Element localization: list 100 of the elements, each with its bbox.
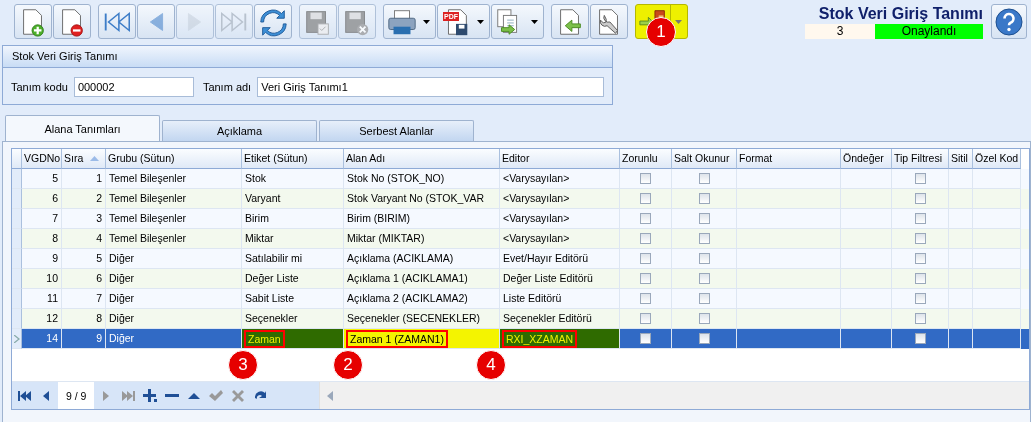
table-cell-text: Diğer [109,311,135,326]
row-indicator[interactable] [12,309,22,329]
checkbox[interactable] [698,173,710,184]
column-header[interactable]: Öndeğer [841,149,892,169]
prev-button[interactable] [137,4,175,39]
table-cell-text: Temel Bileşenler [109,191,187,206]
redo-icon [254,391,266,400]
checkbox[interactable] [698,293,710,304]
checkbox[interactable] [640,233,651,244]
scroll-left-icon [326,390,335,401]
horizontal-scrollbar[interactable] [319,382,1029,409]
tab[interactable]: Serbest Alanlar [319,120,474,141]
table-cell-text: Seçenekler (SECENEKLER) [347,311,481,326]
new-button[interactable] [14,4,52,39]
print-button[interactable] [383,4,436,39]
row-indicator[interactable] [12,169,22,189]
checkbox[interactable] [698,233,710,244]
table-cell-text: 4 [96,231,102,246]
table-row[interactable]: 8 4 Temel Bileşenler Miktar Miktar (MIKTAR) <Varysayılan> [12,229,1029,249]
table-row[interactable]: 11 7 Diğer Sabit Liste Açıklama 2 (ACIKLAMA2) Liste Editörü [12,289,1029,309]
help-icon [994,6,1024,37]
checkbox[interactable] [698,193,710,204]
checkbox[interactable] [698,333,710,344]
delete-button[interactable] [53,4,91,39]
checkbox[interactable] [698,273,710,284]
table-cell-text: 1 [96,171,102,186]
first-button[interactable] [98,4,136,39]
checkbox[interactable] [914,333,926,344]
checkbox[interactable] [640,333,651,344]
table-cell-text: Diğer [109,291,135,306]
checkbox[interactable] [640,273,651,284]
import-button[interactable] [551,4,589,39]
table-cell-text: Temel Bileşenler [109,231,187,246]
table-cell-text: Stok Varyant No (STOK_VAR [347,191,485,206]
table-cell-text: Seçenekler Editörü [503,311,592,326]
column-header[interactable]: Zorunlu [620,149,672,169]
column-header[interactable]: Etiket (Sütun) [242,149,344,169]
add-nav-button[interactable] [141,386,160,405]
column-header[interactable]: Salt Okunur [672,149,737,169]
record-count: 3 [805,24,875,39]
checkbox[interactable] [640,313,651,324]
tab[interactable]: Alana Tanımları [5,115,160,141]
checkbox[interactable] [914,213,926,224]
row-indicator[interactable] [12,229,22,249]
checkbox[interactable] [640,173,651,184]
table-row[interactable]: 14 9 Diğer Zaman Zaman 1 (ZAMAN1) RXI_XZAMAN [12,329,1029,349]
column-header[interactable]: Tip Filtresi [892,149,949,169]
table-cell-text: Açıklama 2 (ACIKLAMA2) [347,291,468,306]
table-cell-text: Diğer [109,331,135,346]
column-header[interactable]: Grubu (Sütun) [106,149,242,169]
tools-button[interactable] [590,4,628,39]
checkbox[interactable] [914,273,926,284]
row-indicator[interactable] [12,329,22,349]
checkbox[interactable] [698,313,710,324]
table-cell-text: 5 [96,251,102,266]
checkbox[interactable] [640,213,651,224]
highlighted-cell: RXI_XZAMAN [503,330,577,347]
highlighted-cell: Zaman 1 (ZAMAN1) [347,330,447,347]
checkbox[interactable] [698,253,710,264]
row-indicator[interactable] [12,289,22,309]
table-row[interactable]: 7 3 Temel Bileşenler Birim Birim (BIRIM) <Varysayılan> [12,209,1029,229]
checkbox[interactable] [914,313,926,324]
checkbox[interactable] [640,253,651,264]
column-header[interactable]: Format [737,149,841,169]
table-cell-text: 8 [52,231,58,246]
help-button[interactable] [991,4,1027,39]
checkbox[interactable] [914,193,926,204]
checkbox[interactable] [914,293,926,304]
column-header[interactable]: Özel Kod [973,149,1021,169]
table-row[interactable]: 5 1 Temel Bileşenler Stok Stok No (STOK_NO) <Varysayılan> [12,169,1029,189]
table-cell-text: Açıklama (ACIKLAMA) [347,251,454,266]
table-row[interactable]: 12 8 Diğer Seçenekler Seçenekler (SECENEKLER) Seçenekler Editörü [12,309,1029,329]
row-indicator[interactable] [12,189,22,209]
column-header[interactable]: Sıra [62,149,106,169]
text-field[interactable]: 000002 [73,77,194,97]
table-row[interactable]: 9 5 Diğer Satılabilir mi Açıklama (ACIKLAMA) Evet/Hayır Editörü [12,249,1029,269]
table-cell-text: 7 [52,211,58,226]
checkbox[interactable] [698,213,710,224]
column-header[interactable]: Editor [500,149,620,169]
tab[interactable]: Açıklama [162,120,317,141]
refresh-button[interactable] [254,4,292,39]
checkbox[interactable] [914,233,926,244]
column-header[interactable]: Alan Adı [344,149,500,169]
checkbox[interactable] [640,193,651,204]
checkbox[interactable] [914,173,926,184]
caret-icon [422,19,430,24]
export-button[interactable] [491,4,544,39]
table-row[interactable]: 6 2 Temel Bileşenler Varyant Stok Varyant No (STOK_VAR <Varysayılan> [12,189,1029,209]
table-cell-text: 14 [46,331,58,346]
group-title: Stok Veri Giriş Tanımı [3,46,612,68]
row-indicator[interactable] [12,269,22,289]
column-header[interactable]: Sitil [949,149,973,169]
column-header[interactable]: VGDNo [22,149,62,169]
text-field[interactable]: Veri Giriş Tanımı1 [257,77,604,97]
row-indicator[interactable] [12,209,22,229]
table-row[interactable]: 10 6 Diğer Değer Liste Açıklama 1 (ACIKLAMA1) Değer Liste Editörü [12,269,1029,289]
header-corner [12,149,22,169]
checkbox[interactable] [914,253,926,264]
row-indicator[interactable] [12,249,22,269]
checkbox[interactable] [640,293,651,304]
